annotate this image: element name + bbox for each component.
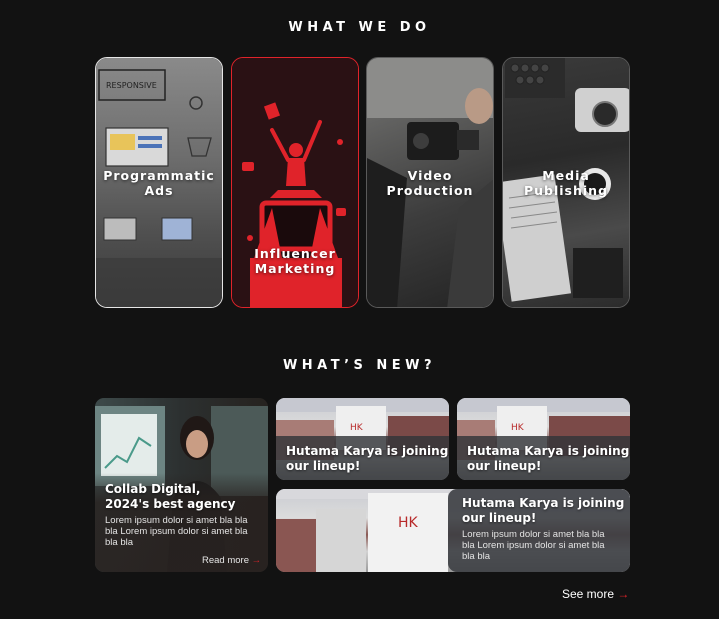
see-more-link[interactable]: See more → — [562, 587, 629, 601]
arrow-right-icon: → — [617, 587, 630, 601]
read-more-link[interactable]: Read more → — [202, 555, 261, 566]
news-card-featured[interactable] — [95, 398, 268, 572]
hk-sign: HK — [511, 423, 525, 433]
service-label: Influencer Marketing — [254, 246, 336, 276]
news-headline: Hutama Karya is joining our lineup! — [286, 444, 449, 473]
what-we-do-title: WHAT WE DO — [288, 20, 431, 35]
hk-sign: HK — [398, 515, 419, 531]
see-more-label: See more — [562, 587, 615, 601]
service-card-media-publishing[interactable]: Media Publishing — [502, 57, 630, 308]
read-more-label: Read more — [202, 555, 249, 566]
whats-new-title: WHAT’S NEW? — [282, 358, 437, 373]
news-card-hutama-karya-3[interactable]: HK Hutama Karya is joining our lineup! L… — [276, 489, 630, 572]
arrow-right-icon: → — [251, 555, 262, 566]
service-label: Media Publishing — [523, 168, 609, 198]
service-card-video-production[interactable]: Video Production — [366, 57, 494, 308]
news-card-hutama-karya-1[interactable]: HK Hutama Karya is joining our lineup! — [276, 398, 449, 480]
service-card-influencer-marketing[interactable]: Influencer Marketing — [231, 57, 359, 308]
svg-text:RESPONSIVE: RESPONSIVE — [106, 81, 157, 90]
hk-sign: HK — [350, 423, 364, 433]
news-card-hutama-karya-2[interactable]: HK Hutama Karya is joining our lineup! — [457, 398, 630, 480]
service-card-programmatic-ads[interactable]: RESPONSIVE Programmatic Ads — [95, 57, 223, 308]
service-label: Video Production — [386, 168, 474, 198]
news-body: Lorem ipsum dolor si amet bla bla bla Lo… — [462, 529, 605, 562]
service-label: Programmatic Ads — [103, 168, 215, 198]
news-headline: Hutama Karya is joining our lineup! — [462, 496, 625, 525]
news-headline: Hutama Karya is joining our lineup! — [467, 444, 630, 473]
